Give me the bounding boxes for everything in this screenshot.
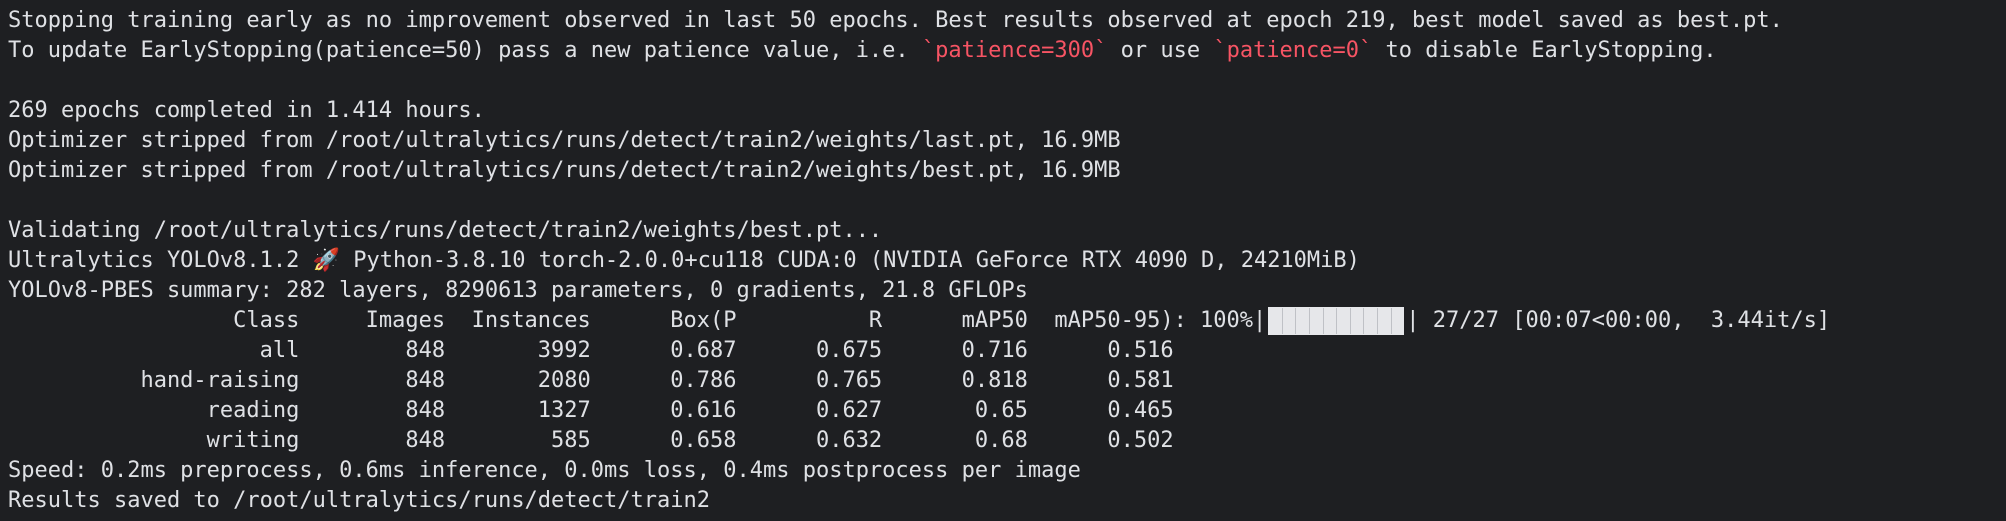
terminal-output[interactable]: Stopping training early as no improvemen…	[0, 0, 2006, 521]
progress-bar-segments	[1264, 306, 1408, 336]
metrics-header-text: Class Images Instances Box(P R mAP50 mAP…	[8, 308, 1267, 333]
patience-hint-or: or use	[1107, 38, 1214, 63]
patience-hint-tail: to disable EarlyStopping.	[1372, 38, 1717, 63]
optimizer-stripped-best: Optimizer stripped from /root/ultralytic…	[8, 158, 1121, 183]
patience-0-code: `patience=0`	[1213, 38, 1373, 63]
metrics-row-reading: reading 848 1327 0.616 0.627 0.65 0.465	[8, 398, 1174, 423]
epochs-completed: 269 epochs completed in 1.414 hours.	[8, 98, 485, 123]
progress-bar-divider	[1363, 308, 1365, 334]
patience-300-code: `patience=300`	[921, 38, 1108, 63]
early-stop-message: Stopping training early as no improvemen…	[8, 8, 1783, 33]
progress-bar-divider	[1322, 308, 1324, 334]
speed-summary: Speed: 0.2ms preprocess, 0.6ms inference…	[8, 458, 1081, 483]
patience-hint: To update EarlyStopping(patience=50) pas…	[8, 36, 2006, 66]
patience-hint-text: To update EarlyStopping(patience=50) pas…	[8, 38, 922, 63]
progress-bar-divider	[1281, 308, 1283, 334]
environment-info: Ultralytics YOLOv8.1.2 🚀 Python-3.8.10 t…	[8, 248, 1360, 273]
progress-bar	[1264, 306, 1408, 336]
progress-bar-divider	[1295, 308, 1297, 334]
metrics-header: Class Images Instances Box(P R mAP50 mAP…	[8, 306, 2006, 336]
metrics-row-hand-raising: hand-raising 848 2080 0.786 0.765 0.818 …	[8, 368, 1174, 393]
progress-bar-divider	[1309, 308, 1311, 334]
progress-bar-divider	[1349, 308, 1351, 334]
model-summary: YOLOv8-PBES summary: 282 layers, 8290613…	[8, 278, 1028, 303]
metrics-row-all: all 848 3992 0.687 0.675 0.716 0.516	[8, 338, 1174, 363]
progress-stats: | 27/27 [00:07<00:00, 3.44it/s]	[1406, 308, 1831, 333]
progress-bar-divider	[1377, 308, 1379, 334]
progress-bar-divider	[1336, 308, 1338, 334]
results-saved: Results saved to /root/ultralytics/runs/…	[8, 488, 710, 513]
optimizer-stripped-last: Optimizer stripped from /root/ultralytic…	[8, 128, 1121, 153]
metrics-row-writing: writing 848 585 0.658 0.632 0.68 0.502	[8, 428, 1174, 453]
validating-line: Validating /root/ultralytics/runs/detect…	[8, 218, 883, 243]
progress-bar-divider	[1390, 308, 1392, 334]
